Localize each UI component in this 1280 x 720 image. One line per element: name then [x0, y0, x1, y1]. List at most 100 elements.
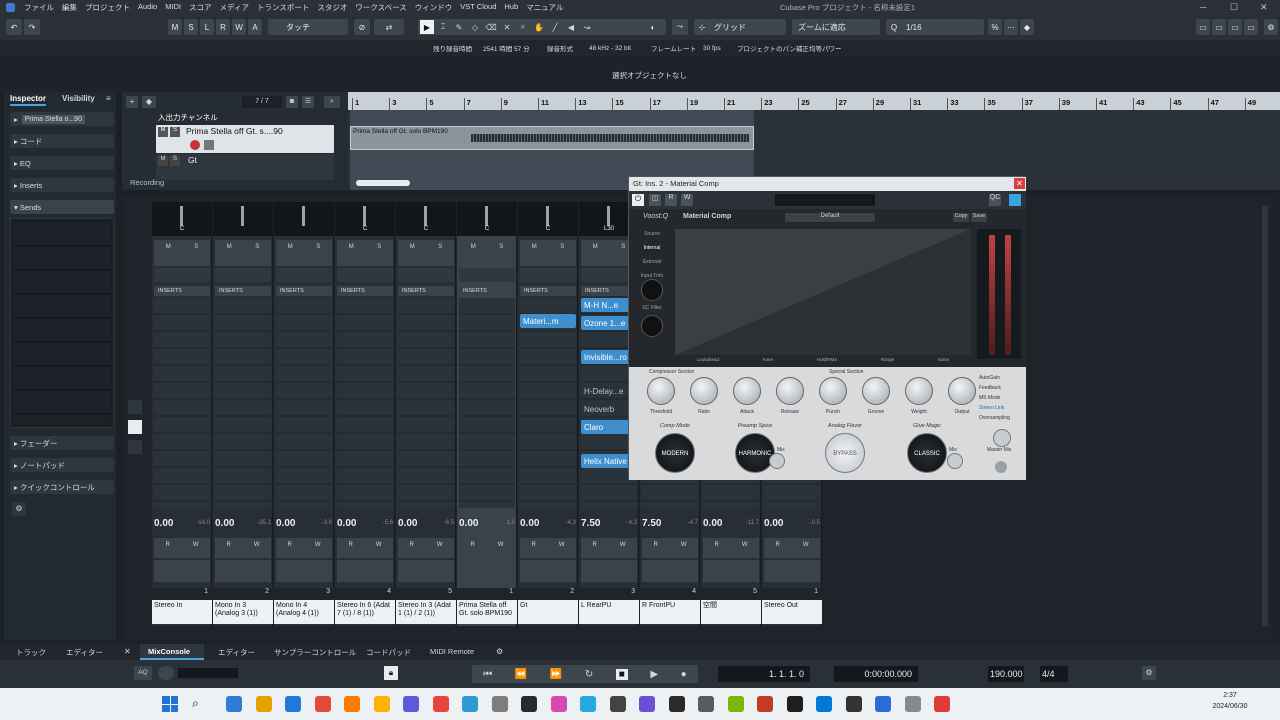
solo-all-button[interactable]: S	[184, 19, 198, 35]
volume-value[interactable]: 0.00	[215, 518, 245, 529]
taskbar-app-icon[interactable]	[491, 696, 508, 712]
inspector-section-eq[interactable]: ▸ EQ	[10, 156, 114, 170]
solo-button[interactable]: S	[560, 244, 564, 266]
knob-groove[interactable]: Groove	[858, 377, 894, 421]
channel-strip[interactable]: C M S INSERTS 0.00 -14.0 R W 1 Stereo In	[152, 202, 212, 626]
insert-slots[interactable]	[459, 298, 515, 508]
solo-button[interactable]: S	[438, 244, 442, 266]
listen-button[interactable]: L	[200, 19, 214, 35]
knob-punch[interactable]: Punch	[815, 377, 851, 421]
undo-icon[interactable]: ↶	[6, 19, 22, 35]
rec-format-value[interactable]: 48 kHz - 32 bit	[586, 42, 634, 54]
record-row[interactable]	[642, 560, 698, 582]
write-button[interactable]: W	[742, 542, 748, 558]
fader-view-icon[interactable]	[128, 420, 142, 434]
goto-start-icon[interactable]: ⏮	[483, 669, 492, 680]
stop-icon[interactable]: ■	[615, 668, 628, 680]
volume-value[interactable]: 7.50	[642, 518, 672, 529]
knob-threshold[interactable]: Threshold	[643, 377, 679, 421]
insert-slots[interactable]	[337, 298, 393, 508]
inspector-section-fader[interactable]: ▸ フェーダー	[10, 436, 114, 450]
volume-value[interactable]: 0.00	[703, 518, 733, 529]
input-trim-knob[interactable]	[641, 279, 663, 301]
quantize-dropdown[interactable]: 1/16	[902, 19, 984, 35]
taskbar-app-icon[interactable]	[432, 696, 449, 712]
pan-display[interactable]	[213, 202, 273, 236]
ruler[interactable]: 1 3 5 7 9 11 13 15 17 19 21 23 25 27 29 31 33 35 37 39 41 43 4…	[348, 92, 1280, 110]
write-button[interactable]: W	[193, 542, 199, 558]
taskbar-app-icon[interactable]	[373, 696, 390, 712]
power-icon[interactable]	[995, 461, 1007, 473]
quantize-mode-icon[interactable]: %	[988, 19, 1002, 35]
taskbar-app-icon[interactable]	[727, 696, 744, 712]
read-button[interactable]: R	[348, 542, 352, 558]
volume-value[interactable]: 0.00	[764, 518, 794, 529]
write-button[interactable]: W	[315, 542, 321, 558]
automation-button[interactable]: A	[248, 19, 262, 35]
taskbar-app-icon[interactable]	[226, 696, 242, 712]
channel-name[interactable]: Stereo Out	[762, 600, 822, 624]
mute-button[interactable]: M	[532, 244, 537, 266]
layout-right-icon[interactable]: ▭	[1228, 19, 1242, 35]
knob-ratio[interactable]: Ratio	[686, 377, 722, 421]
zoom-tool-icon[interactable]: ⌕	[516, 22, 530, 32]
pan-display[interactable]: C	[457, 202, 517, 236]
record-enable-icon[interactable]	[190, 140, 200, 150]
read-button[interactable]: R	[165, 542, 169, 558]
taskbar-app-icon[interactable]	[934, 696, 950, 712]
volume-value[interactable]: 0.00	[154, 518, 184, 529]
read-button[interactable]: R	[470, 542, 474, 558]
inspector-section-inserts[interactable]: ▸ Inserts	[10, 178, 114, 192]
performance-icon[interactable]	[158, 666, 174, 680]
write-button[interactable]: W	[559, 542, 565, 558]
play-icon[interactable]: ▶	[650, 669, 658, 680]
pan-law-value[interactable]: 均等パワー	[806, 42, 845, 54]
write-button[interactable]: W	[376, 542, 382, 558]
horizontal-scrollbar[interactable]	[356, 180, 410, 186]
solo-button[interactable]: S	[316, 244, 320, 266]
write-button[interactable]: W	[232, 19, 246, 35]
menu-item[interactable]: マニュアル	[526, 2, 563, 13]
automation-mode-dropdown[interactable]: タッチ	[268, 19, 348, 35]
menu-item[interactable]: ファイル	[24, 2, 54, 13]
tab-mixconsole[interactable]: MixConsole	[140, 644, 204, 660]
channel-name[interactable]: Mono In 4 (Analog 4 (1))	[274, 600, 334, 624]
mute-all-button[interactable]: M	[168, 19, 182, 35]
pan-display[interactable]	[274, 202, 334, 236]
menu-item[interactable]: スコア	[189, 2, 212, 13]
rack-icon[interactable]	[128, 400, 142, 414]
tab-editor-2[interactable]: エディター	[218, 647, 255, 658]
inspector-section-quick-controls[interactable]: ▸ クイックコントロール	[10, 480, 114, 494]
record-row[interactable]	[398, 560, 454, 582]
taskbar-app-icon[interactable]	[609, 696, 626, 712]
vertical-scrollbar[interactable]	[1262, 206, 1268, 626]
redo-icon[interactable]: ↷	[24, 19, 40, 35]
taskbar-app-icon[interactable]	[668, 696, 685, 712]
channel-name[interactable]: R FrontPU	[640, 600, 700, 624]
qc-button[interactable]: QC	[989, 194, 1001, 206]
taskbar-app-icon[interactable]	[904, 696, 921, 712]
tempo-display[interactable]: 190.000	[988, 666, 1024, 682]
tab-chord-pads[interactable]: コードパッド	[366, 647, 411, 658]
close-icon[interactable]: ✕	[1014, 178, 1025, 189]
settings-gear-icon[interactable]: ⚙	[1142, 666, 1156, 680]
volume-value[interactable]: 0.00	[459, 518, 489, 529]
save-button[interactable]: Save	[971, 213, 987, 222]
quantize-icon[interactable]: Q	[886, 19, 902, 35]
time-display[interactable]: 0:00:00.000	[834, 666, 918, 682]
volume-value[interactable]: 0.00	[276, 518, 306, 529]
channel-strip[interactable]: C M S INSERTS 0.00 -6.5 R W 5 Stereo In 3 (Adat 1…	[396, 202, 456, 626]
split-tool-icon[interactable]: ✎	[452, 23, 466, 32]
taskbar-app-icon[interactable]	[845, 696, 862, 712]
solo-button[interactable]: S	[499, 244, 503, 266]
menu-item[interactable]: 編集	[62, 2, 77, 13]
solo-button[interactable]: S	[170, 127, 180, 137]
inserts-header[interactable]: INSERTS	[337, 286, 393, 296]
settings-gear-icon[interactable]: ⚙	[496, 647, 503, 656]
preset-display[interactable]: Default	[785, 213, 875, 222]
track-2[interactable]: M S Gt	[156, 154, 334, 180]
audio-clip[interactable]: Prima Stella off Gt. solo BPM190	[350, 126, 754, 150]
insert-slots[interactable]	[215, 298, 271, 508]
layout-icon[interactable]	[1009, 194, 1021, 206]
channel-name[interactable]: Stereo In 3 (Adat 1 (1) / 2 (1))	[396, 600, 456, 624]
